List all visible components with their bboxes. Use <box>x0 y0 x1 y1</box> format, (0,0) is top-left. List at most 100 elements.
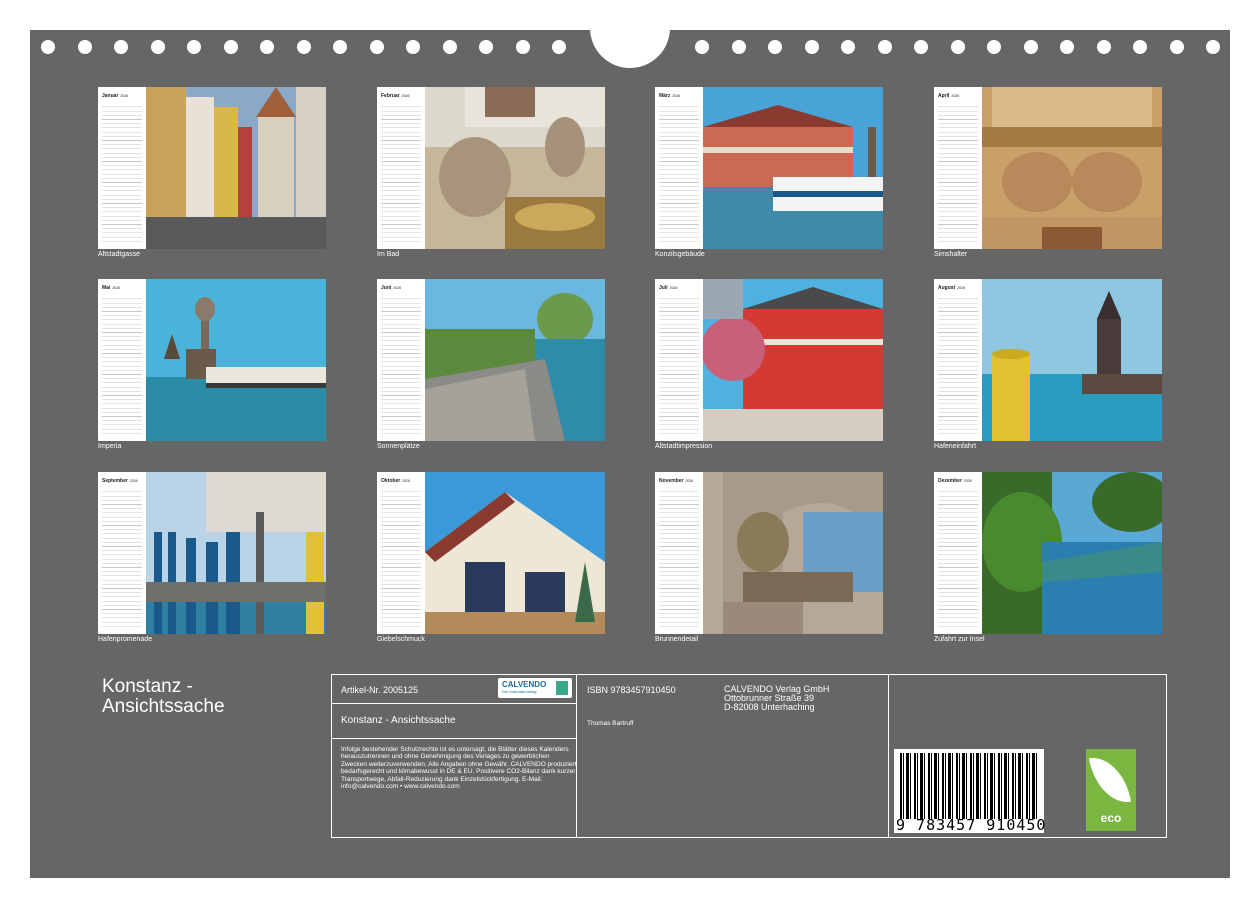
calendar-back-cover: Januar 2026 Altstadtgasse Februar 2026 Im Bad… <box>30 28 1230 878</box>
month-heading: März 2026 <box>659 93 680 99</box>
binding-hole <box>369 40 384 54</box>
publisher-city: D-82008 Unterhaching <box>724 702 815 712</box>
month-photo <box>703 87 883 249</box>
calendar-column: August 2026 <box>934 279 982 441</box>
month-caption: Simshalter <box>934 251 968 258</box>
month-thumbnail: Juni 2026 <box>377 279 605 441</box>
month-heading: November 2026 <box>659 478 693 484</box>
binding-hole <box>877 40 892 54</box>
day-lines <box>381 103 421 243</box>
month-thumbnail: Januar 2026 <box>98 87 326 249</box>
month-heading: April 2026 <box>938 93 959 99</box>
calendar-column: März 2026 <box>655 87 703 249</box>
calendar-column: Juni 2026 <box>377 279 425 441</box>
month-thumbnail: Februar 2026 <box>377 87 605 249</box>
barcode: 9 783457 910450 <box>894 749 1047 834</box>
binding-hole <box>987 40 1001 54</box>
month-year: 2026 <box>393 286 402 290</box>
month-heading: Oktober 2026 <box>381 478 410 484</box>
month-photo <box>146 87 326 249</box>
month-heading: Mai 2026 <box>102 285 120 291</box>
month-photo <box>982 87 1162 249</box>
calvendo-logo: CALVENDO Der Kalenderverlag <box>498 678 572 698</box>
binding-hole <box>804 40 819 54</box>
binding-hole <box>1023 40 1038 54</box>
month-thumbnail: September 2026 <box>98 472 326 634</box>
barcode-bars <box>900 753 1038 819</box>
logo-text: CALVENDO <box>502 680 547 689</box>
month-caption: Sonnenplätze <box>377 443 420 450</box>
month-name: April <box>938 93 950 99</box>
month-caption: Im Bad <box>377 251 400 258</box>
month-name: November <box>659 478 684 484</box>
product-title: Konstanz - Ansichtssache <box>341 715 456 726</box>
month-photo <box>425 472 605 634</box>
day-lines <box>938 488 978 628</box>
month-heading: Dezember 2026 <box>938 478 972 484</box>
month-name: Oktober <box>381 478 401 484</box>
day-lines <box>659 103 699 243</box>
calendar-column: Dezember 2026 <box>934 472 982 634</box>
month-thumbnail: Oktober 2026 <box>377 472 605 634</box>
calendar-column: Mai 2026 <box>98 279 146 441</box>
month-caption: Altstadtimpression <box>655 443 713 450</box>
month-thumbnail: August 2026 <box>934 279 1162 441</box>
binding-hole <box>150 40 165 54</box>
month-year: 2026 <box>401 94 410 98</box>
calendar-column: Juli 2026 <box>655 279 703 441</box>
month-name: Januar <box>102 93 119 99</box>
month-photo <box>703 472 883 634</box>
month-name: Juni <box>381 285 392 291</box>
month-thumbnail: April 2026 <box>934 87 1162 249</box>
day-lines <box>381 488 421 628</box>
binding-hole <box>333 40 347 54</box>
month-caption: Hafenpromenade <box>98 636 153 643</box>
day-lines <box>938 103 978 243</box>
month-year: 2026 <box>672 94 681 98</box>
month-heading: September 2026 <box>102 478 138 484</box>
binding-hole <box>479 40 493 54</box>
month-caption: Zufahrt zur Insel <box>934 636 985 643</box>
month-year: 2026 <box>669 286 678 290</box>
binding-hole <box>768 40 782 54</box>
month-heading: Februar 2026 <box>381 93 409 99</box>
binding-hole <box>406 40 420 54</box>
month-caption: Brunnendetail <box>655 636 699 643</box>
eco-badge: eco <box>1086 749 1136 831</box>
month-year: 2026 <box>112 286 121 290</box>
isbn: ISBN 9783457910450 <box>587 685 676 695</box>
eco-label: eco <box>1100 811 1122 825</box>
day-lines <box>102 103 142 243</box>
month-year: 2026 <box>402 479 410 483</box>
legal-text: Infolge bestehender Schutzrechte ist es … <box>341 746 577 791</box>
day-lines <box>659 295 699 435</box>
barcode-number: 9 783457 910450 <box>896 816 1047 834</box>
cover-title: Konstanz - Ansichtssache <box>102 676 225 717</box>
binding-hole <box>841 40 855 54</box>
month-name: Juli <box>659 285 668 291</box>
month-heading: August 2026 <box>938 285 965 291</box>
calendar-column: Oktober 2026 <box>377 472 425 634</box>
month-thumbnail: Mai 2026 <box>98 279 326 441</box>
month-thumbnail: Juli 2026 <box>655 279 883 441</box>
month-photo <box>982 472 1162 634</box>
publisher-address: CALVENDO Verlag GmbH Ottobrunner Straße … <box>724 685 829 712</box>
month-name: Dezember <box>938 478 962 484</box>
product-info-box: Artikel-Nr. 2005125 CALVENDO Der Kalende… <box>331 674 1167 838</box>
month-year: 2026 <box>957 286 966 290</box>
month-photo <box>982 279 1162 441</box>
month-heading: Januar 2026 <box>102 93 128 99</box>
binding-hole <box>41 40 55 54</box>
calendar-column: Januar 2026 <box>98 87 146 249</box>
binding-hole <box>1060 40 1074 54</box>
binding-hole <box>515 40 530 54</box>
author: Thomas Bartruff <box>587 720 634 727</box>
binding-hole <box>442 40 457 54</box>
leaf-icon <box>1088 752 1132 808</box>
month-caption: Altstadtgasse <box>98 251 141 258</box>
month-caption: Hafeneinfahrt <box>934 443 977 450</box>
month-name: September <box>102 478 128 484</box>
binding-hole <box>187 40 201 54</box>
month-year: 2026 <box>129 479 138 483</box>
day-lines <box>102 488 142 628</box>
